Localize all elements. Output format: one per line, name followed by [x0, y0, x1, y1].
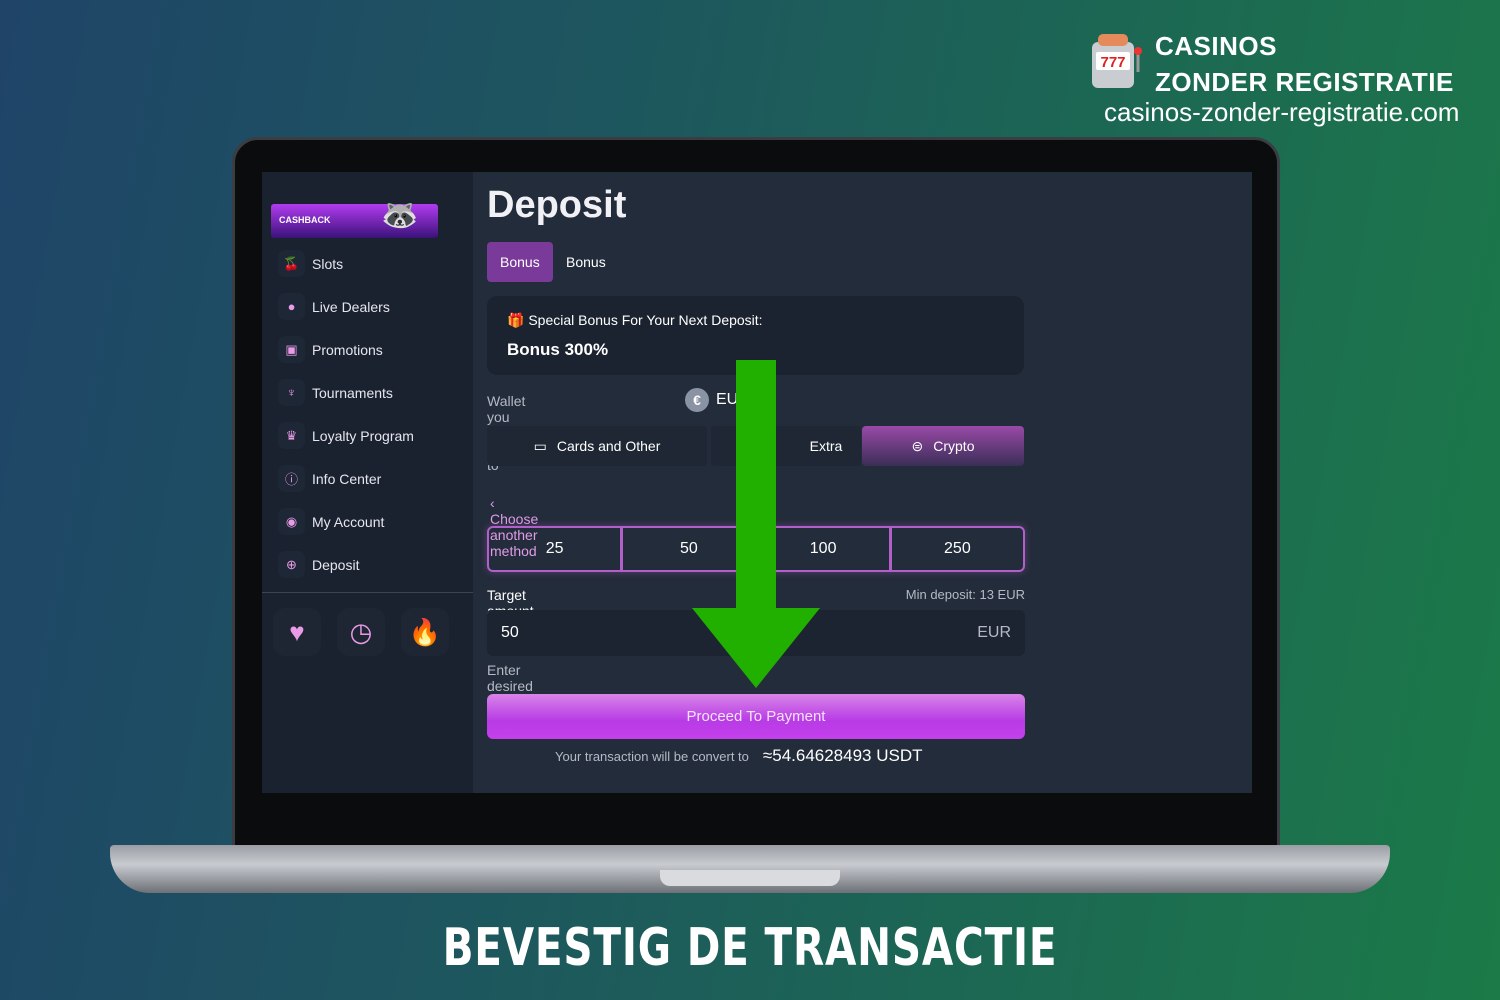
- sidebar-item-my-account[interactable]: ◉ My Account: [278, 508, 384, 535]
- sidebar-item-tournaments[interactable]: ♆ Tournaments: [278, 379, 393, 406]
- history-button[interactable]: ◷: [337, 608, 385, 656]
- page-title: Deposit: [487, 184, 627, 226]
- brand-url: casinos-zonder-registratie.com: [1104, 97, 1460, 127]
- sidebar-divider: [262, 592, 473, 593]
- sidebar-item-live-dealers[interactable]: ● Live Dealers: [278, 293, 390, 320]
- slot-machine-logo: 777: [1088, 32, 1144, 90]
- trophy-icon: ♆: [278, 379, 305, 406]
- laptop-notch: [660, 870, 840, 886]
- favorites-button[interactable]: ♥: [273, 608, 321, 656]
- gift-icon: 🎁: [507, 312, 525, 328]
- sidebar: CASHBACK 🦝 🍒 Slots ● Live Dealers ▣ Promotio…: [262, 172, 473, 793]
- amount-25[interactable]: 25: [489, 528, 624, 570]
- amount-250[interactable]: 250: [892, 528, 1023, 570]
- sidebar-item-promotions[interactable]: ▣ Promotions: [278, 336, 383, 363]
- svg-text:777: 777: [1100, 54, 1125, 71]
- history-icon: ◷: [349, 616, 373, 647]
- hot-button[interactable]: 🔥: [401, 608, 449, 656]
- method-cards[interactable]: ▭ Cards and Other: [487, 426, 707, 466]
- sidebar-item-deposit[interactable]: ⊕ Deposit: [278, 551, 359, 578]
- sidebar-item-info-center[interactable]: ⓘ Info Center: [278, 465, 381, 492]
- card-icon: ▭: [533, 437, 547, 454]
- bonus-value: Bonus 300%: [507, 340, 609, 359]
- crypto-coin-icon: ⊜: [911, 437, 924, 454]
- account-icon: ◉: [278, 508, 305, 535]
- heart-icon: ♥: [289, 616, 305, 647]
- brand-title: CASINOS ZONDER REGISTRATIE: [1155, 31, 1454, 97]
- tab-bonus[interactable]: Bonus: [487, 242, 553, 282]
- crown-icon: ♛: [278, 422, 305, 449]
- caption: BEVESTIG DE TRANSACTIE: [442, 918, 1058, 978]
- method-crypto[interactable]: ⊜ Crypto: [862, 426, 1024, 466]
- info-icon: ⓘ: [278, 465, 305, 492]
- cashback-banner[interactable]: CASHBACK 🦝: [271, 199, 438, 238]
- proceed-to-payment-button[interactable]: Proceed To Payment: [487, 694, 1025, 739]
- sidebar-item-loyalty[interactable]: ♛ Loyalty Program: [278, 422, 414, 449]
- plus-circle-icon: ⊕: [278, 551, 305, 578]
- person-icon: ●: [278, 293, 305, 320]
- gift-icon: ▣: [278, 336, 305, 363]
- cherries-icon: 🍒: [278, 250, 305, 277]
- tab-bonus-code[interactable]: Bonus code: [553, 242, 619, 310]
- conversion-note: Your transaction will be convert to ≈54.6…: [555, 746, 923, 765]
- currency-label: EUR: [977, 624, 1011, 641]
- arrow-down-icon: [692, 360, 820, 688]
- fire-icon: 🔥: [408, 616, 442, 647]
- min-deposit: Min deposit: 13 EUR: [905, 587, 1025, 602]
- sidebar-item-slots[interactable]: 🍒 Slots: [278, 250, 343, 277]
